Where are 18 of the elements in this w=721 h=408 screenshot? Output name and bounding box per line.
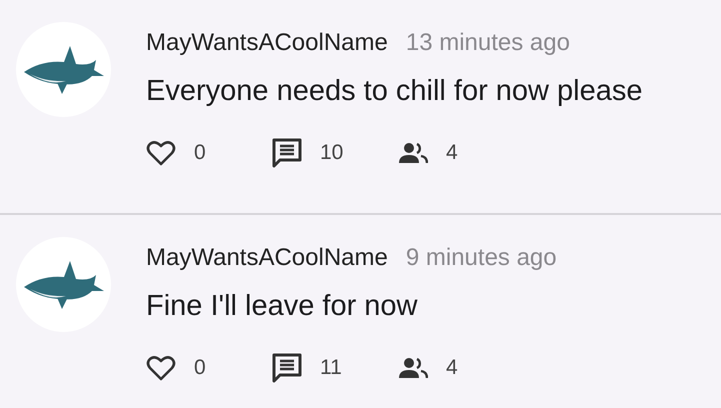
heart-icon[interactable] xyxy=(146,354,176,382)
comment-icon[interactable] xyxy=(272,138,302,168)
post-text: Everyone needs to chill for now please xyxy=(146,75,643,108)
heart-icon[interactable] xyxy=(146,139,176,167)
like-count: 0 xyxy=(194,356,206,380)
like-count: 0 xyxy=(194,141,206,165)
comment-count: 11 xyxy=(320,356,342,380)
people-icon[interactable] xyxy=(398,142,428,164)
people-icon[interactable] xyxy=(398,357,428,379)
comment-count: 10 xyxy=(320,141,344,165)
post-time: 13 minutes ago xyxy=(406,29,570,57)
author-name[interactable]: MayWantsACoolName xyxy=(146,244,388,272)
author-name[interactable]: MayWantsACoolName xyxy=(146,29,388,57)
post-time: 9 minutes ago xyxy=(406,244,557,272)
comment-icon[interactable] xyxy=(272,353,302,383)
participant-count: 4 xyxy=(446,356,458,380)
participant-count: 4 xyxy=(446,141,458,165)
post-text: Fine I'll leave for now xyxy=(146,290,418,323)
